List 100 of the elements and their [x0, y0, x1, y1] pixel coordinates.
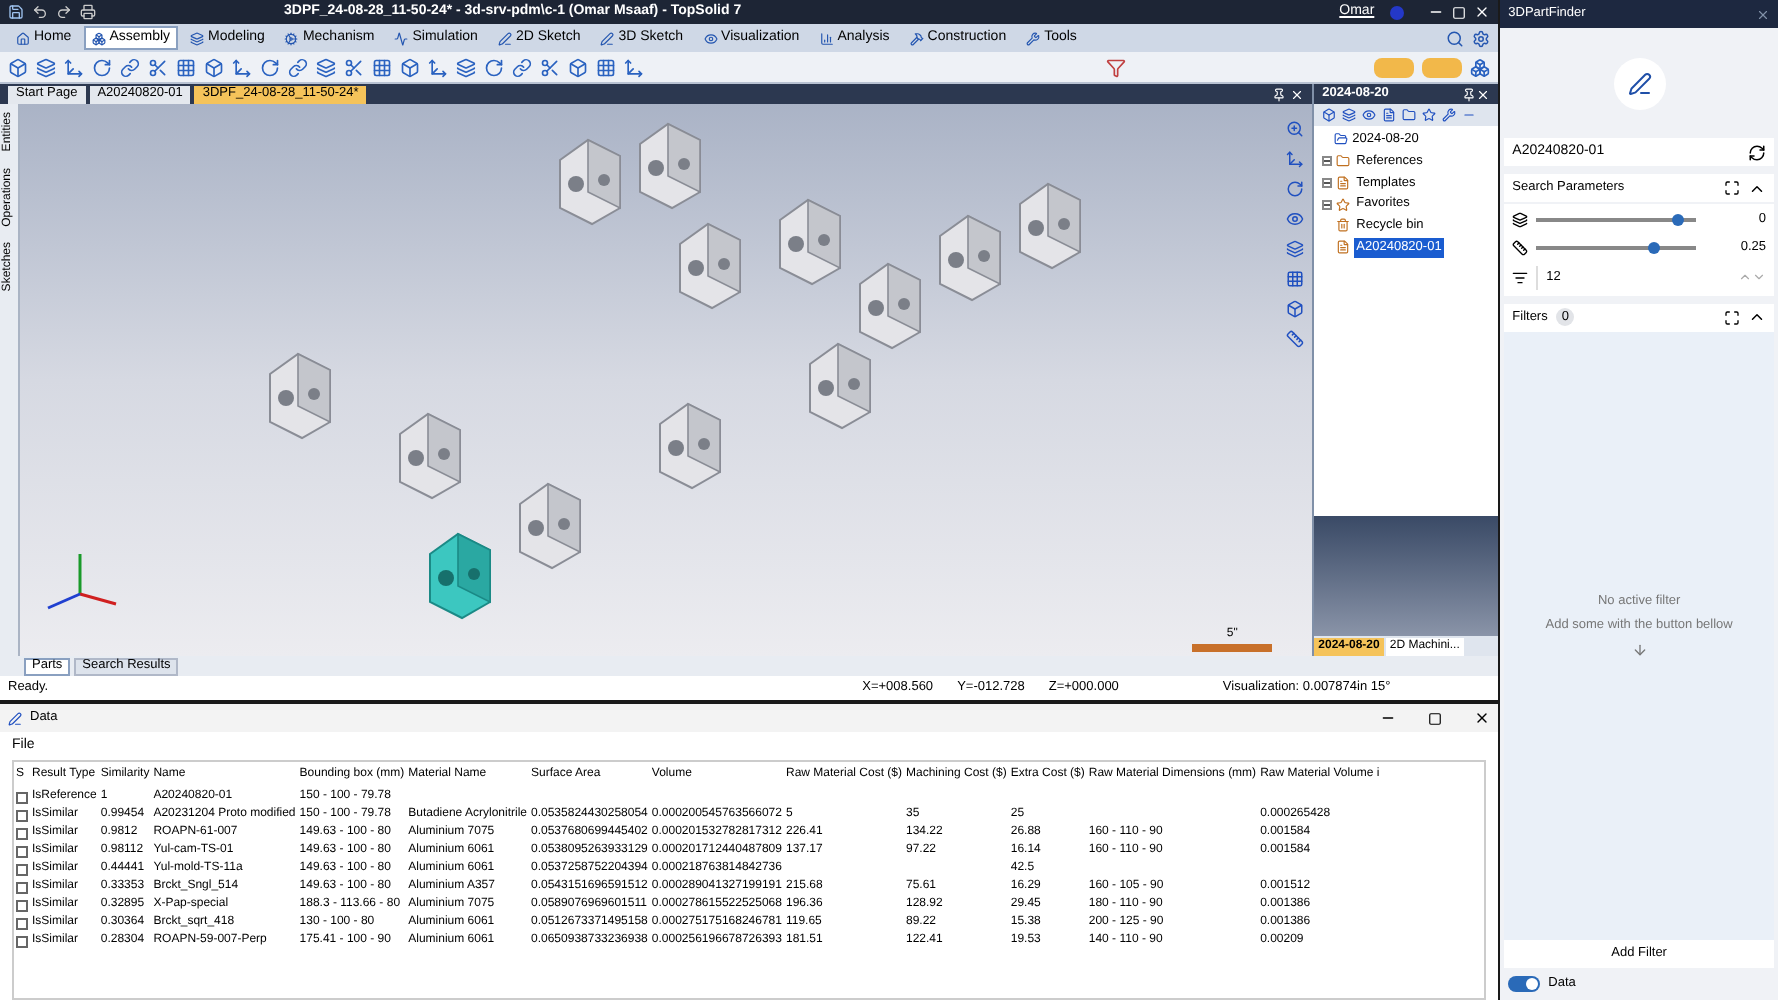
move-icon[interactable]: [428, 57, 448, 77]
cube-icon[interactable]: [400, 57, 420, 77]
layers-icon[interactable]: [316, 57, 336, 77]
row-checkbox[interactable]: [16, 809, 28, 821]
link-icon[interactable]: [120, 57, 140, 77]
arrow-down-icon: [1631, 642, 1648, 658]
star-icon[interactable]: [1422, 108, 1437, 122]
row-checkbox[interactable]: [16, 917, 28, 929]
maximize-icon[interactable]: [1428, 711, 1443, 725]
document-icon: [1336, 240, 1351, 255]
row-checkbox[interactable]: [16, 899, 28, 911]
grid-icon[interactable]: [1286, 270, 1305, 288]
layers-icon: [1512, 211, 1529, 228]
scale-bar: [1192, 644, 1273, 652]
bracket-drawing: [809, 342, 871, 430]
assembly-icon[interactable]: [1470, 57, 1491, 77]
row-checkbox[interactable]: [16, 791, 28, 803]
bracket-drawing: [679, 222, 741, 310]
slider-thumb[interactable]: [1648, 241, 1661, 254]
pulse-icon: [394, 31, 409, 45]
layers-icon[interactable]: [456, 57, 476, 77]
cube-icon[interactable]: [568, 57, 588, 77]
grid-icon[interactable]: [176, 57, 196, 77]
bracket-drawing: [399, 412, 461, 500]
slider-track[interactable]: [1536, 245, 1697, 250]
move-icon[interactable]: [232, 57, 252, 77]
close-icon[interactable]: [1474, 4, 1491, 20]
data-toggle[interactable]: [1508, 976, 1541, 992]
cube-icon[interactable]: [1286, 300, 1305, 318]
expand-icon[interactable]: [1724, 180, 1740, 196]
bracket-drawing: [519, 482, 581, 570]
link-icon[interactable]: [288, 57, 308, 77]
row-checkbox[interactable]: [16, 827, 28, 839]
folder-icon[interactable]: [1402, 108, 1417, 122]
axis-triad-icon: [47, 554, 117, 610]
bar-chart-icon: [819, 31, 834, 45]
folder-icon: [1334, 132, 1349, 147]
move-icon[interactable]: [64, 57, 84, 77]
app-icon: [8, 711, 22, 725]
bracket-drawing: [779, 198, 841, 286]
wrench-icon: [1026, 31, 1041, 45]
zoom-icon[interactable]: [1286, 120, 1305, 138]
pen-logo-icon: [1627, 71, 1652, 95]
row-checkbox[interactable]: [16, 845, 28, 857]
eye-icon[interactable]: [1362, 108, 1377, 122]
cube-icon[interactable]: [1322, 108, 1337, 122]
row-checkbox[interactable]: [16, 881, 28, 893]
ruler-icon[interactable]: [1286, 330, 1305, 348]
refresh-icon[interactable]: [1748, 143, 1766, 161]
pin-icon[interactable]: [1272, 87, 1287, 101]
wrench-icon[interactable]: [1442, 108, 1457, 122]
bracket-drawing: [639, 122, 701, 210]
user-badge-icon: [1390, 5, 1405, 19]
grid-icon[interactable]: [372, 57, 392, 77]
link-icon[interactable]: [512, 57, 532, 77]
trash-icon: [1336, 218, 1351, 233]
layers-icon[interactable]: [36, 57, 56, 77]
document-icon: [1336, 175, 1351, 190]
row-checkbox[interactable]: [16, 935, 28, 947]
scissors-icon[interactable]: [148, 57, 168, 77]
row-checkbox[interactable]: [16, 863, 28, 875]
redo-icon[interactable]: [56, 4, 72, 20]
search-icon[interactable]: [1446, 29, 1465, 47]
bracket-drawing: [559, 138, 621, 226]
expand-box-icon[interactable]: [1322, 177, 1333, 188]
slider-thumb[interactable]: [1671, 213, 1684, 226]
collapse-icon[interactable]: [1748, 308, 1766, 326]
highlighted-bracket-drawing: [429, 532, 491, 620]
scissors-icon[interactable]: [540, 57, 560, 77]
rotate-icon[interactable]: [92, 57, 112, 77]
bracket-drawing: [1019, 182, 1081, 270]
blocks-icon: [91, 31, 106, 45]
save-icon[interactable]: [8, 4, 24, 20]
list-icon: [1512, 269, 1529, 285]
move-icon[interactable]: [1286, 150, 1305, 168]
rotate-icon[interactable]: [484, 57, 504, 77]
rotate-icon[interactable]: [260, 57, 280, 77]
layers-icon[interactable]: [1286, 240, 1305, 258]
undo-icon[interactable]: [32, 4, 48, 20]
settings-icon[interactable]: [1472, 29, 1491, 47]
pen-icon: [497, 31, 512, 45]
move-icon[interactable]: [624, 57, 644, 77]
slider-track[interactable]: [1536, 217, 1697, 222]
pin-icon[interactable]: [1462, 87, 1477, 101]
pen-icon: [600, 31, 615, 45]
filter-icon[interactable]: [1106, 57, 1127, 77]
ruler-icon: [1512, 239, 1529, 256]
document-icon[interactable]: [1382, 108, 1397, 122]
cube-icon[interactable]: [204, 57, 224, 77]
grid-icon[interactable]: [596, 57, 616, 77]
expand-box-icon[interactable]: [1322, 156, 1333, 167]
layers-icon[interactable]: [1342, 108, 1357, 122]
print-icon[interactable]: [80, 4, 96, 20]
expand-box-icon[interactable]: [1322, 199, 1333, 210]
eye-icon[interactable]: [1286, 210, 1305, 228]
close-icon[interactable]: [1474, 710, 1491, 726]
rotate-icon[interactable]: [1286, 180, 1305, 198]
expand-icon[interactable]: [1724, 309, 1740, 325]
scissors-icon[interactable]: [344, 57, 364, 77]
cube-icon[interactable]: [8, 57, 28, 77]
